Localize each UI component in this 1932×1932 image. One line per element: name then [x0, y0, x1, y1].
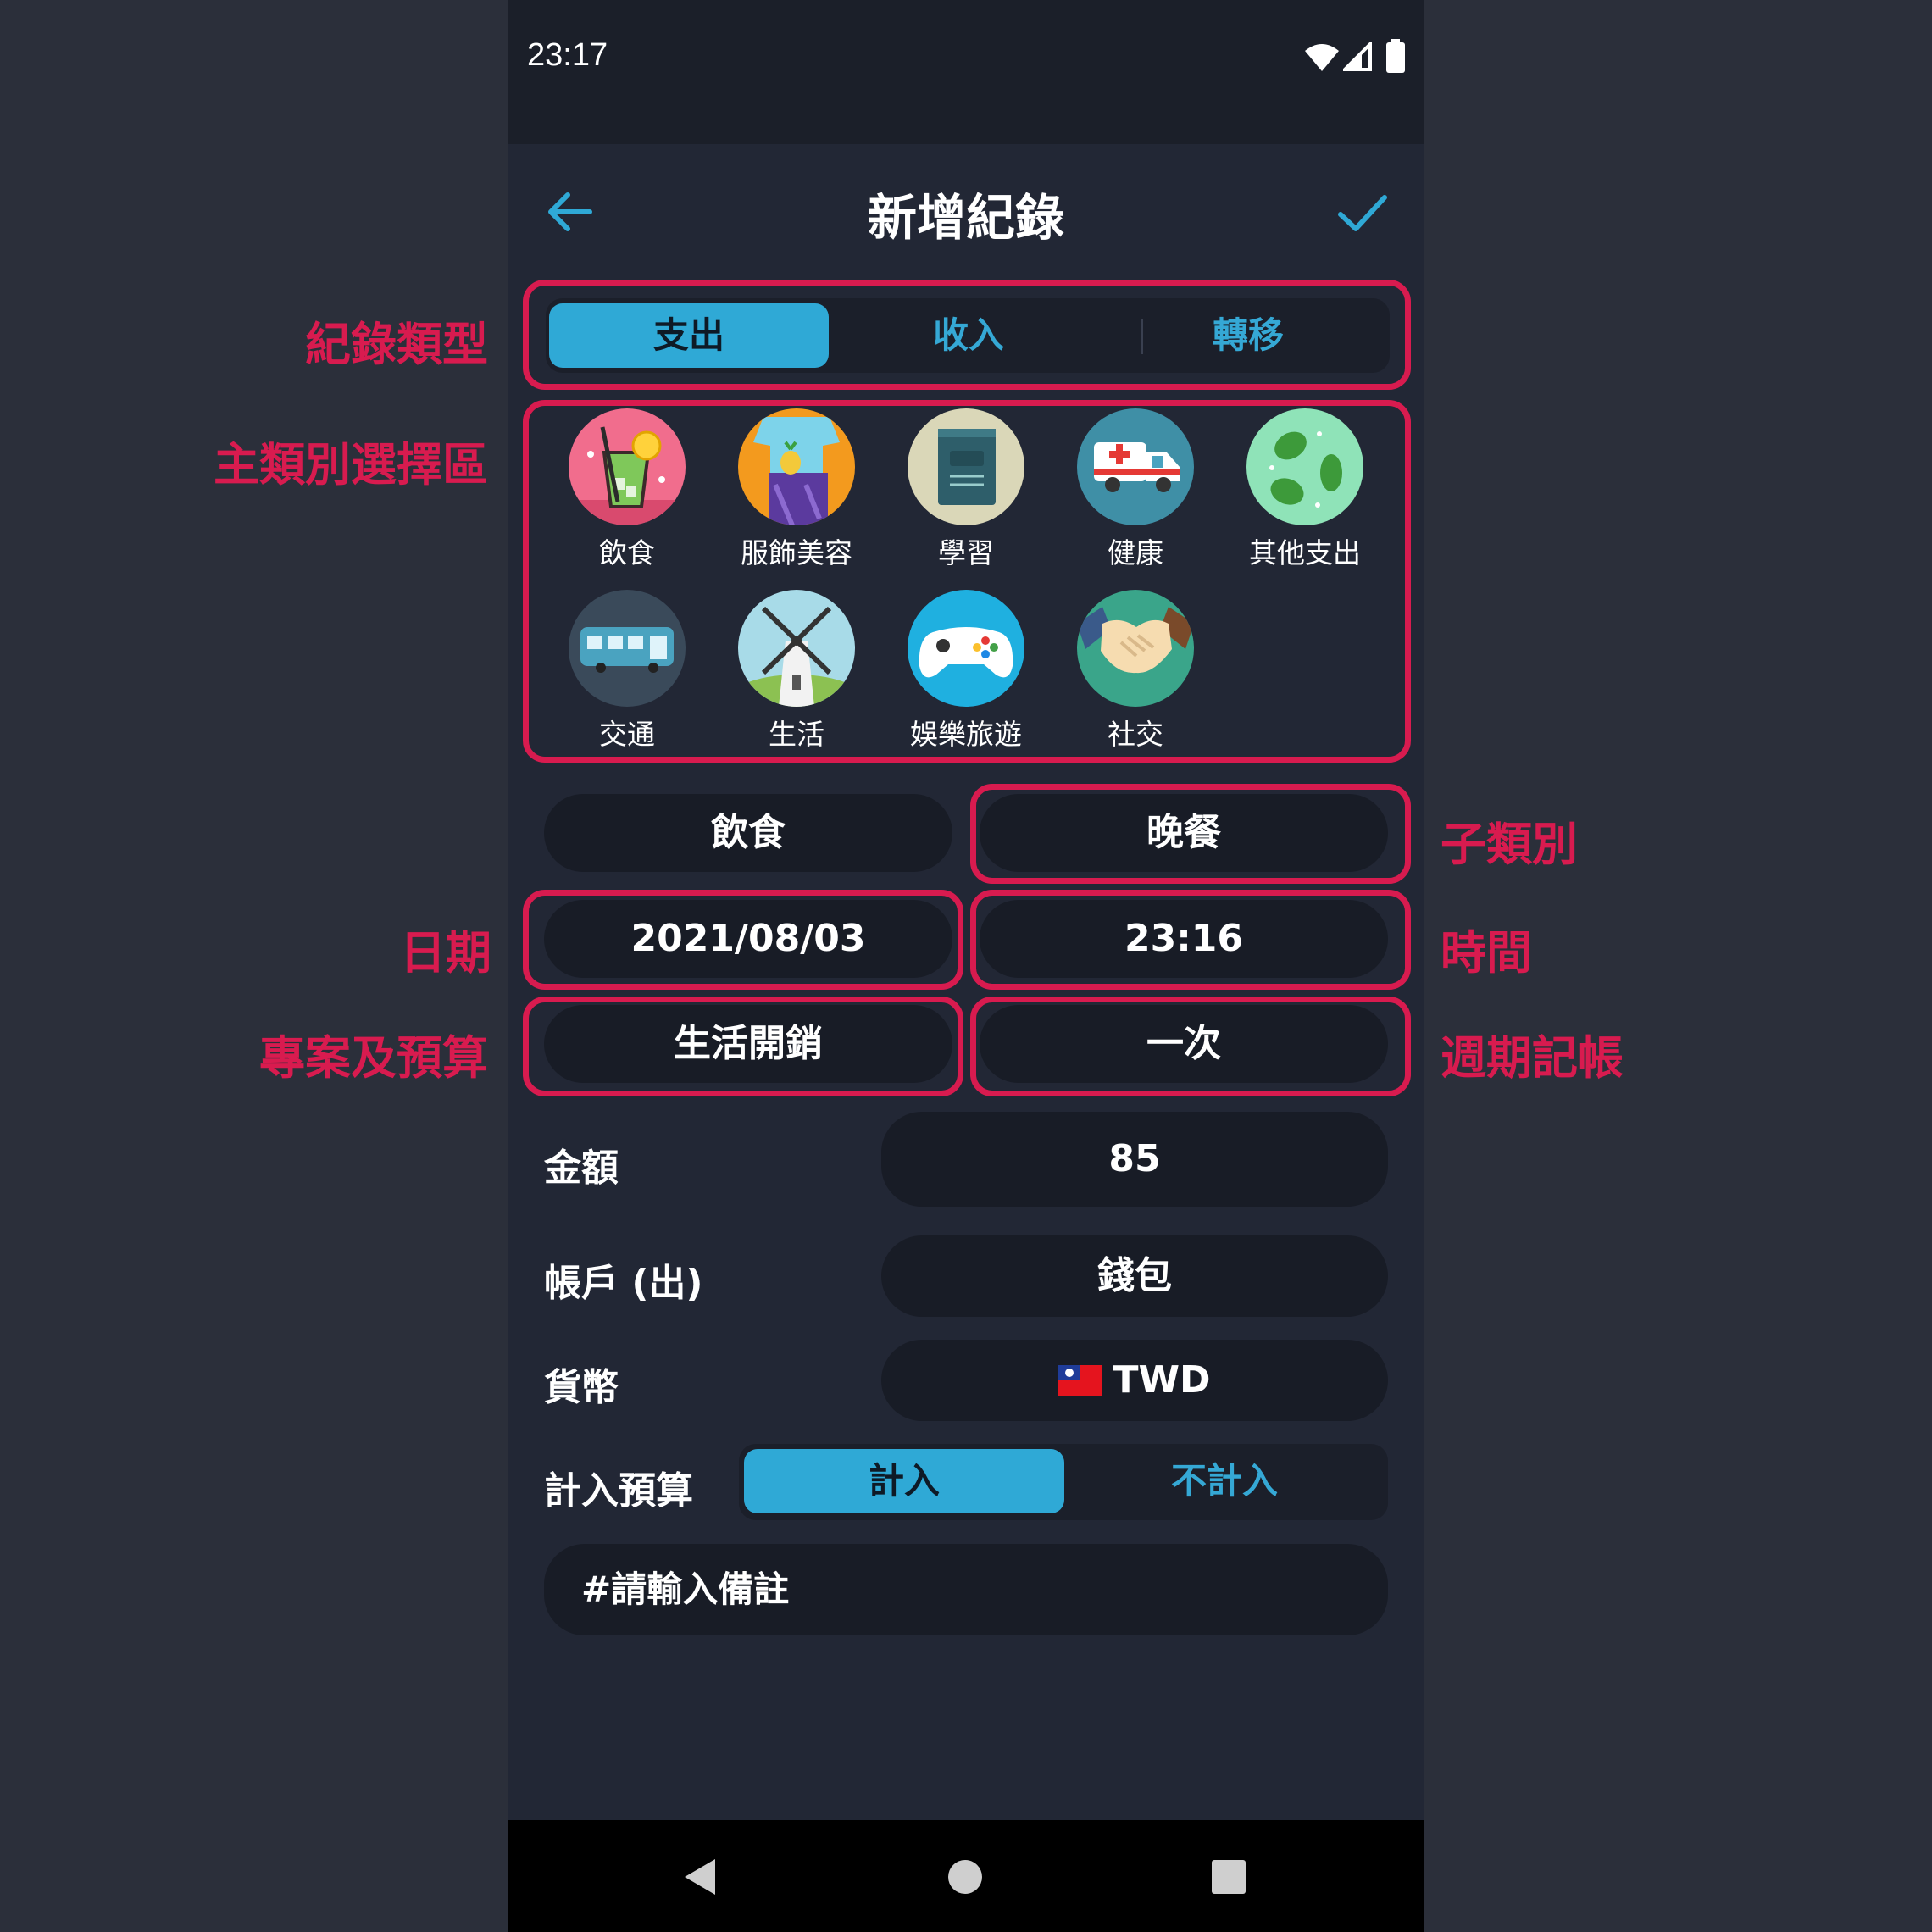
signal-icon — [1343, 42, 1372, 71]
windmill-icon — [738, 590, 855, 707]
battery-icon — [1386, 39, 1405, 73]
time-field[interactable]: 23:16 — [980, 900, 1388, 978]
budget-toggle: 計入 不計入 — [739, 1444, 1388, 1520]
check-icon — [1338, 195, 1387, 231]
main-category-field[interactable]: 飲食 — [544, 794, 952, 872]
note-input[interactable]: #請輸入備註 — [544, 1544, 1388, 1635]
leaves-icon — [1246, 408, 1363, 525]
tab-expense[interactable]: 支出 — [549, 303, 829, 368]
category-social[interactable]: 社交 — [1055, 590, 1216, 752]
category-transport[interactable]: 交通 — [547, 590, 708, 752]
currency-value: TWD — [1113, 1358, 1211, 1402]
annotation-time: 時間 — [1441, 926, 1532, 980]
app-bar: 新增紀錄 — [508, 144, 1424, 275]
category-label: 飲食 — [599, 536, 655, 569]
category-label: 社交 — [1108, 718, 1163, 751]
tab-transfer[interactable]: 轉移 — [1108, 303, 1388, 368]
account-field[interactable]: 錢包 — [881, 1235, 1388, 1317]
nav-back-icon[interactable] — [683, 1857, 717, 1896]
category-label: 服飾美容 — [741, 536, 852, 569]
category-entertainment[interactable]: 娛樂旅遊 — [886, 590, 1046, 752]
category-label: 健康 — [1108, 536, 1163, 569]
sub-category-field[interactable]: 晚餐 — [980, 794, 1388, 872]
book-icon — [908, 408, 1024, 525]
phone-screen: 23:17 新增紀錄 支出 收入 轉移 飲食 服飾美容 學習 健康 其他支出 交… — [508, 0, 1424, 1932]
bus-icon — [569, 590, 686, 707]
category-label: 生活 — [769, 718, 824, 751]
category-clothing[interactable]: 服飾美容 — [716, 408, 877, 571]
page-title: 新增紀錄 — [867, 189, 1064, 247]
category-label: 學習 — [938, 536, 994, 569]
gamepad-icon — [908, 590, 1024, 707]
category-health[interactable]: 健康 — [1055, 408, 1216, 571]
wifi-icon — [1305, 44, 1339, 71]
amount-input[interactable]: 85 — [881, 1112, 1388, 1207]
nav-recents-icon[interactable] — [1212, 1860, 1246, 1894]
annotation-recurring: 週期記帳 — [1441, 1031, 1624, 1085]
clothing-icon — [738, 408, 855, 525]
category-drink[interactable]: 飲食 — [547, 408, 708, 571]
budget-include-option[interactable]: 計入 — [744, 1449, 1064, 1513]
date-field[interactable]: 2021/08/03 — [544, 900, 952, 978]
status-time: 23:17 — [527, 37, 608, 73]
annotation-record-type: 紀錄類型 — [305, 318, 488, 371]
tab-income[interactable]: 收入 — [829, 303, 1108, 368]
recurrence-field[interactable]: 一次 — [980, 1005, 1388, 1083]
category-living[interactable]: 生活 — [716, 590, 877, 752]
taiwan-flag-icon — [1058, 1365, 1103, 1396]
annotation-project-budget: 專案及預算 — [259, 1031, 488, 1085]
category-other-expense[interactable]: 其他支出 — [1224, 408, 1385, 571]
category-study[interactable]: 學習 — [886, 408, 1046, 571]
currency-field[interactable]: TWD — [881, 1340, 1388, 1421]
currency-label: 貨幣 — [544, 1366, 619, 1409]
nav-home-icon[interactable] — [947, 1859, 983, 1895]
annotation-date: 日期 — [400, 926, 491, 980]
navigation-bar — [508, 1820, 1424, 1932]
confirm-button[interactable] — [1332, 182, 1391, 242]
ambulance-icon — [1077, 408, 1194, 525]
account-label: 帳戶 (出) — [544, 1262, 703, 1305]
project-field[interactable]: 生活開銷 — [544, 1005, 952, 1083]
record-type-tabs: 支出 收入 轉移 — [546, 298, 1390, 373]
status-bar: 23:17 — [508, 0, 1424, 144]
category-label: 其他支出 — [1249, 536, 1361, 569]
budget-label: 計入預算 — [544, 1469, 693, 1513]
amount-label: 金額 — [544, 1146, 619, 1190]
annotation-sub-category: 子類別 — [1441, 818, 1578, 871]
handshake-icon — [1077, 590, 1194, 707]
budget-exclude-option[interactable]: 不計入 — [1064, 1449, 1385, 1513]
drink-icon — [569, 408, 686, 525]
category-label: 娛樂旅遊 — [910, 718, 1022, 751]
annotation-main-category-area: 主類別選擇區 — [214, 438, 488, 491]
category-label: 交通 — [599, 718, 655, 751]
